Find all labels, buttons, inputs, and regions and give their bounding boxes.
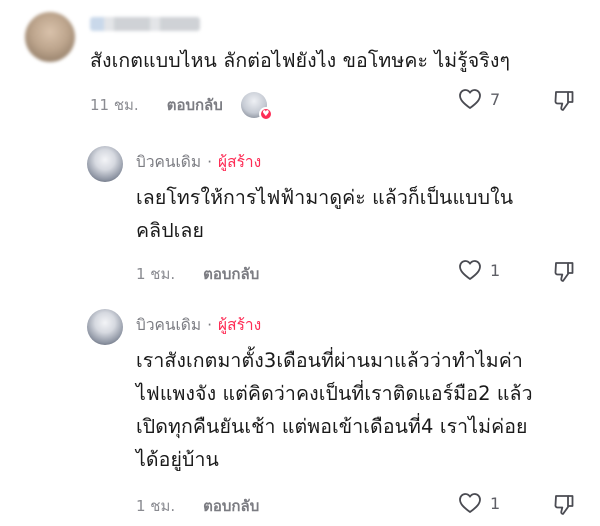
separator-dot: · [207, 152, 213, 171]
reply-button[interactable]: ตอบกลับ [203, 494, 259, 518]
comment-meta: 1 ชม. ตอบกลับ [136, 494, 259, 518]
comment-meta: 11 ชม. ตอบกลับ ♥ [90, 92, 273, 121]
comment-meta: 1 ชม. ตอบกลับ [136, 262, 259, 286]
creator-badge: ผู้สร้าง [218, 316, 262, 334]
like-count: 7 [490, 89, 501, 109]
comment-text-line: ได้อยู่บ้าน [136, 448, 219, 471]
avatar[interactable] [87, 309, 123, 345]
username-blurred[interactable] [90, 17, 200, 31]
comment-text-line: ไฟแพงจัง แต่คิดว่าคงเป็นที่เราติดแอร์มือ… [136, 382, 533, 405]
heart-outline-icon [459, 493, 481, 513]
comment-text-line: เลยโทรให้การไฟฟ้ามาดูค่ะ แล้วก็เป็นแบบใน [136, 186, 514, 209]
heart-outline-icon [459, 89, 481, 109]
comment-text-line: เปิดทุกคืนยันเช้า แต่พอเข้าเดือนที่4 เรา… [136, 415, 528, 438]
comment-text: เราสังเกตมาตั้ง3เดือนที่ผ่านมาแล้วว่าทำไ… [136, 344, 586, 476]
like-count: 1 [490, 493, 501, 513]
creator-liked-avatar: ♥ [240, 92, 273, 121]
dislike-icon[interactable] [553, 493, 575, 517]
author-name[interactable]: บิวคนเดิม [136, 312, 201, 337]
comment-time: 1 ชม. [136, 265, 176, 283]
like-button[interactable]: 1 [458, 492, 500, 514]
avatar[interactable] [25, 12, 75, 62]
author-name[interactable]: บิวคนเดิม [136, 149, 201, 174]
comment-time: 11 ชม. [90, 96, 139, 114]
comment-text-line: เราสังเกตมาตั้ง3เดือนที่ผ่านมาแล้วว่าทำไ… [136, 349, 523, 372]
reply-button[interactable]: ตอบกลับ [167, 93, 223, 117]
avatar[interactable] [87, 146, 123, 182]
reply-button[interactable]: ตอบกลับ [203, 262, 259, 286]
heart-outline-icon [459, 260, 481, 280]
like-count: 1 [490, 260, 501, 280]
like-button[interactable]: 7 [458, 88, 500, 110]
separator-dot: · [207, 315, 213, 334]
comment-text: เลยโทรให้การไฟฟ้ามาดูค่ะ แล้วก็เป็นแบบใน… [136, 181, 576, 247]
author-row: บิวคนเดิม · ผู้สร้าง [136, 149, 261, 174]
dislike-icon[interactable] [553, 260, 575, 284]
heart-icon: ♥ [258, 107, 273, 121]
dislike-icon[interactable] [553, 89, 575, 113]
like-button[interactable]: 1 [458, 259, 500, 281]
creator-badge: ผู้สร้าง [218, 153, 262, 171]
author-row: บิวคนเดิม · ผู้สร้าง [136, 312, 261, 337]
comment-time: 1 ชม. [136, 497, 176, 515]
comment-text-line: คลิปเลย [136, 219, 205, 242]
comment-text: สังเกตแบบไหน ลักต่อไฟยังไง ขอโทษคะ ไม่รู… [90, 49, 511, 72]
